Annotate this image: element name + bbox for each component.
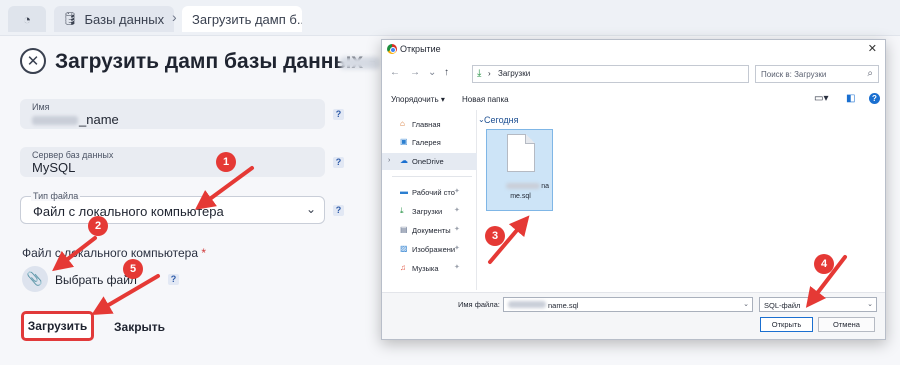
breadcrumb-chevron-icon: › [172, 9, 177, 25]
db-server-field[interactable]: Сервер баз данных MySQL [20, 147, 325, 177]
close-icon[interactable]: ✕ [20, 48, 46, 74]
dialog-navbar: ← → ⌄ ↑ ⤓ › Загрузки ⌄ ↻ Поиск в: Загруз… [382, 62, 885, 86]
redacted-db-name [340, 57, 380, 69]
tree-item-pictures[interactable]: ▨ Изображени ✦ [382, 241, 477, 258]
file-icon [507, 134, 535, 172]
tab-dashboard[interactable]: ◔ [8, 6, 46, 32]
chrome-icon [387, 44, 397, 54]
filetype-value: SQL-файл [764, 301, 801, 310]
file-type-value: Файл с локального компьютера [33, 204, 224, 219]
tab-upload-dump[interactable]: Загрузить дамп б... [182, 6, 302, 32]
paperclip-icon[interactable]: 📎 [22, 266, 48, 292]
pin-icon: ✦ [454, 226, 460, 233]
annotation-badge-1: 1 [216, 152, 236, 172]
pictures-icon: ▨ [400, 244, 408, 253]
db-server-label: Сервер баз данных [32, 150, 114, 160]
file-type-label: Тип файла [31, 191, 81, 201]
search-placeholder: Поиск в: Загрузки [761, 70, 827, 79]
pin-icon: ✦ [454, 245, 460, 252]
open-button[interactable]: Открыть [760, 317, 813, 332]
tree-item-downloads[interactable]: ⤓ Загрузки ✦ [382, 203, 477, 220]
address-bar[interactable]: ⤓ › Загрузки [472, 65, 749, 83]
file-item-name-ext: me.sql [510, 193, 531, 200]
chevron-down-icon[interactable]: ⌄ [743, 300, 749, 308]
filename-label: Имя файла: [458, 300, 500, 309]
dialog-titlebar: Открытие ✕ [382, 40, 885, 58]
help-icon[interactable]: ? [333, 205, 344, 216]
file-item-name: na [492, 183, 549, 190]
help-icon[interactable]: ? [869, 93, 880, 104]
dialog-title: Открытие [400, 44, 441, 54]
page-title: Загрузить дамп базы данных - [55, 50, 376, 73]
tree-item-home[interactable]: ⌂ Главная [382, 116, 477, 133]
breadcrumb-chevron-icon: › [488, 69, 491, 78]
dialog-toolbar: Упорядочить ▾ Новая папка ▭▾ ◧ ? [382, 90, 885, 108]
name-field[interactable]: Имя _name [20, 99, 325, 129]
search-icon: ⌕ [867, 68, 873, 79]
tree-item-onedrive[interactable]: › ☁ OneDrive [382, 153, 477, 170]
new-folder-button[interactable]: Новая папка [462, 95, 509, 104]
tree-item-gallery[interactable]: ▣ Галерея [382, 134, 477, 151]
preview-pane-icon[interactable]: ◧ [846, 93, 855, 104]
back-arrow-icon[interactable]: ← [390, 67, 400, 78]
annotation-badge-3: 3 [485, 226, 505, 246]
file-open-dialog: Открытие ✕ ← → ⌄ ↑ ⤓ › Загрузки ⌄ ↻ Поис… [381, 39, 886, 340]
name-field-label: Имя [32, 102, 50, 112]
close-button[interactable]: Закрыть [114, 320, 165, 334]
forward-arrow-icon[interactable]: → [410, 67, 420, 78]
search-input[interactable]: Поиск в: Загрузки ⌕ [755, 65, 879, 83]
annotation-badge-2: 2 [88, 216, 108, 236]
tab-bar: ◔ 🛢 Базы данных › Загрузить дамп б... [0, 0, 900, 36]
documents-icon: ▤ [400, 225, 408, 234]
navigation-pane: ⌂ Главная ▣ Галерея › ☁ OneDrive ▬ Рабоч… [382, 110, 477, 290]
tab-databases-label: Базы данных [84, 11, 165, 27]
db-server-value: MySQL [32, 160, 76, 175]
cloud-icon: ☁ [400, 156, 408, 165]
tree-item-desktop[interactable]: ▬ Рабочий сто ✦ [382, 184, 477, 201]
name-field-value: _name [32, 112, 119, 127]
filename-value: name.sql [548, 301, 579, 310]
desktop-icon: ▬ [400, 187, 408, 196]
gallery-icon: ▣ [400, 137, 408, 146]
file-item[interactable]: na me.sql [486, 129, 553, 211]
file-field-label: Файл с локального компьютера * [22, 246, 207, 260]
chevron-right-icon[interactable]: › [388, 157, 390, 164]
filetype-select[interactable]: SQL-файл ⌄ [759, 297, 877, 312]
annotation-badge-5: 5 [123, 259, 143, 279]
tab-databases[interactable]: 🛢 Базы данных [54, 6, 174, 32]
chevron-down-icon: ⌄ [867, 301, 873, 308]
chevron-down-icon[interactable]: ⌄ [428, 67, 436, 78]
upload-button[interactable]: Загрузить [21, 311, 94, 341]
home-icon: ⌂ [400, 119, 405, 128]
tree-item-music[interactable]: ♫ Музыка ✦ [382, 260, 477, 277]
divider [392, 176, 472, 177]
help-icon[interactable]: ? [168, 274, 179, 285]
cancel-button[interactable]: Отмена [818, 317, 875, 332]
tab-upload-dump-label: Загрузить дамп б... [192, 11, 302, 27]
help-icon[interactable]: ? [333, 157, 344, 168]
file-type-select[interactable]: Тип файла Файл с локального компьютера ⌄ [20, 191, 325, 224]
download-icon: ⤓ [400, 206, 404, 215]
help-icon[interactable]: ? [333, 109, 344, 120]
tree-item-documents[interactable]: ▤ Документы ✦ [382, 222, 477, 239]
up-arrow-icon[interactable]: ↑ [444, 67, 449, 78]
filename-input[interactable]: name.sql ⌄ [503, 297, 753, 312]
view-options-icon[interactable]: ▭▾ [814, 93, 828, 104]
dialog-footer: Имя файла: name.sql ⌄ SQL-файл ⌄ Открыть… [382, 292, 885, 339]
music-icon: ♫ [400, 263, 406, 272]
organize-menu[interactable]: Упорядочить ▾ [391, 95, 445, 104]
pin-icon: ✦ [454, 188, 460, 195]
pin-icon: ✦ [454, 264, 460, 271]
close-icon[interactable]: ✕ [868, 42, 877, 55]
download-icon: ⤓ [477, 68, 482, 79]
address-path: Загрузки [498, 69, 531, 78]
pin-icon: ✦ [454, 207, 460, 214]
pie-chart-icon: ◔ [23, 11, 31, 27]
chevron-down-icon: ⌄ [305, 202, 316, 216]
annotation-badge-4: 4 [814, 254, 834, 274]
group-header-today: Сегодня [484, 115, 519, 125]
database-icon: 🛢 [62, 11, 79, 26]
